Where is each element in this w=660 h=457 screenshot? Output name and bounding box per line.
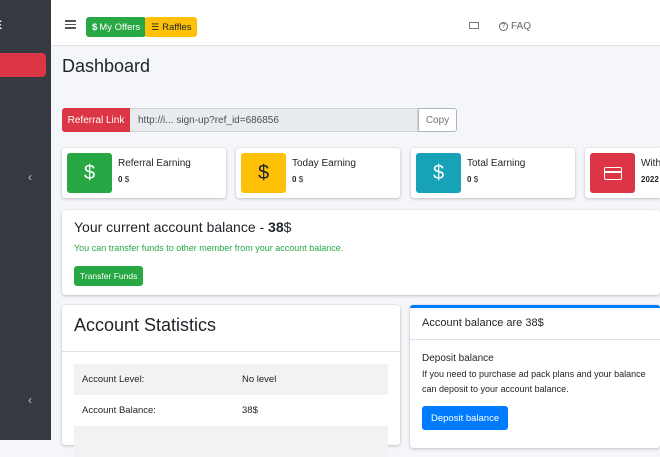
stat-value: 38$ (242, 405, 258, 416)
top-navbar: $ My Offers ☰ Raffles ? FAQ (51, 0, 660, 46)
raffles-button[interactable]: ☰ Raffles (145, 17, 198, 37)
deposit-card-header: Account balance are 38$ (422, 317, 544, 329)
faq-label: FAQ (511, 21, 532, 32)
info-box-value: 2022 (641, 175, 659, 184)
info-box-withdraw: With 2022 (585, 148, 660, 198)
faq-link[interactable]: ? FAQ (499, 21, 531, 32)
copy-button[interactable]: Copy (418, 108, 457, 132)
balance-title: Your current account balance - 38$ (74, 219, 292, 235)
table-row: Account Balance: 38$ (74, 395, 388, 426)
referral-link-input[interactable]: http://i... sign-up?ref_id=686856 (130, 108, 418, 132)
dollar-icon: $ (67, 153, 112, 193)
deposit-balance-button[interactable]: Deposit balance (422, 406, 509, 430)
account-balance-card: Your current account balance - 38$ You c… (62, 210, 660, 295)
page-title: Dashboard (62, 56, 151, 76)
dollar-icon: $ (416, 153, 461, 193)
divider (410, 339, 660, 340)
deposit-subtitle: Deposit balance (422, 353, 494, 364)
balance-note: You can transfer funds to other member f… (74, 243, 344, 253)
info-box-referral-earning: $ Referral Earning 0 $ (62, 148, 226, 198)
info-box-value: 0 $ (292, 175, 304, 184)
info-box-title: Today Earning (292, 158, 356, 169)
my-offers-label: My Offers (99, 21, 141, 33)
list-icon: ☰ (151, 21, 160, 32)
brand-logo-text[interactable]: E (0, 18, 2, 32)
stat-label: Account Level: (82, 374, 145, 385)
deposit-balance-card: Account balance are 38$ Deposit balance … (410, 305, 660, 448)
raffles-label: Raffles (162, 21, 192, 33)
transfer-funds-button[interactable]: Transfer Funds (74, 266, 144, 286)
info-box-value: 0 $ (118, 175, 130, 184)
sidebar-item-dashboard-active[interactable] (0, 53, 46, 77)
sidebar: E ‹ ‹ (0, 0, 51, 440)
info-box-value: 0 $ (467, 175, 479, 184)
dollar-icon: $ (92, 21, 98, 33)
question-circle-icon: ? (499, 22, 508, 31)
info-box-today-earning: $ Today Earning 0 $ (236, 148, 400, 198)
stats-title: Account Statistics (74, 315, 217, 335)
sidebar-collapse-chevron-icon[interactable]: ‹ (28, 170, 32, 184)
referral-link-label: Referral Link (62, 108, 130, 132)
account-statistics-card: Account Statistics Account Level: No lev… (62, 305, 400, 457)
table-row: Account Level: No level (74, 364, 388, 395)
info-box-title: With (641, 158, 660, 169)
info-box-title: Referral Earning (118, 158, 191, 169)
info-box-total-earning: $ Total Earning 0 $ (411, 148, 575, 198)
hamburger-menu-icon[interactable] (65, 20, 76, 29)
divider (62, 351, 400, 352)
sidebar-expand-chevron-icon[interactable]: ‹ (28, 393, 32, 407)
table-row (74, 426, 388, 457)
stat-label: Account Balance: (82, 405, 156, 416)
dollar-icon: $ (241, 153, 286, 193)
deposit-description: If you need to purchase ad pack plans an… (422, 369, 646, 394)
envelope-icon[interactable] (469, 22, 479, 29)
my-offers-button[interactable]: $ My Offers (86, 17, 147, 37)
stat-value: No level (242, 374, 277, 385)
info-box-title: Total Earning (467, 158, 526, 169)
credit-card-icon (590, 153, 635, 193)
referral-link-group: Referral Link http://i... sign-up?ref_id… (62, 108, 457, 132)
